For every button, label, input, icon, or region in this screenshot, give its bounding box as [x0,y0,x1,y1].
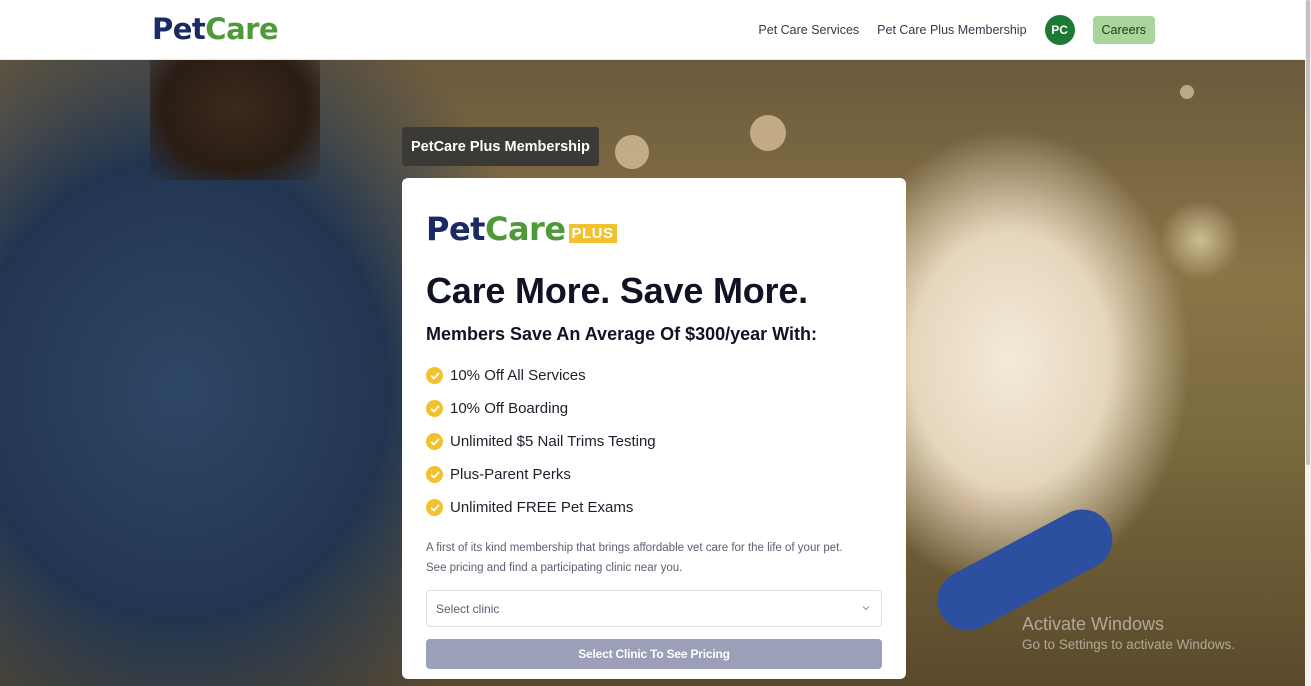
benefits-list: 10% Off All Services 10% Off Boarding Un… [426,359,882,524]
bokeh-light [615,135,649,169]
man-beard [150,60,320,180]
careers-button[interactable]: Careers [1092,16,1155,44]
logo-pet-text: Pet [152,12,206,46]
windows-activation-watermark: Activate Windows Go to Settings to activ… [1022,614,1235,652]
card-headline: Care More. Save More. [426,270,808,311]
card-subhead: Members Save An Average Of $300/year Wit… [426,324,817,344]
plus-logo-pet-text: Pet [426,210,485,248]
check-icon [426,400,443,417]
description-line-1: A first of its kind membership that brin… [426,542,843,554]
check-icon [426,466,443,483]
description-line-2: See pricing and find a participating cli… [426,562,683,574]
membership-card: Pet Care PLUS Care More. Save More. Member… [402,178,906,679]
bokeh-light [750,115,786,151]
list-item: Unlimited $5 Nail Trims Testing [426,425,882,458]
membership-description: A first of its kind membership that brin… [426,538,882,578]
bokeh-light [1180,85,1194,99]
scrollbar-thumb[interactable] [1306,0,1310,465]
chevron-down-icon [861,602,871,616]
benefit-label: 10% Off All Services [450,367,586,384]
logo-care-text: Care [205,12,279,46]
clinic-select-placeholder: Select clinic [436,601,500,616]
site-header: PetCare Pet Care Services Pet Care Plus … [0,0,1311,60]
scrollbar[interactable] [1305,0,1311,686]
benefit-label: Plus-Parent Perks [450,466,571,483]
see-pricing-button[interactable]: Select Clinic To See Pricing [426,639,882,669]
benefit-label: Unlimited FREE Pet Exams [450,499,634,516]
user-avatar[interactable]: PC [1044,15,1075,45]
nav-pet-care-plus-membership[interactable]: Pet Care Plus Membership [877,23,1026,37]
petcare-plus-logo: Pet Care PLUS [426,210,882,248]
clinic-select[interactable]: Select clinic [426,590,882,627]
main-nav: Pet Care Services Pet Care Plus Membersh… [758,15,1155,45]
list-item: Plus-Parent Perks [426,458,882,491]
list-item: Unlimited FREE Pet Exams [426,491,882,524]
benefit-label: Unlimited $5 Nail Trims Testing [450,433,656,450]
check-icon [426,499,443,516]
nav-pet-care-services[interactable]: Pet Care Services [758,23,859,37]
plus-logo-care-text: Care [484,210,566,248]
membership-tag: PetCare Plus Membership [402,127,599,166]
watermark-subtitle: Go to Settings to activate Windows. [1022,637,1236,652]
watermark-title: Activate Windows [1022,614,1165,634]
benefit-label: 10% Off Boarding [450,400,569,417]
list-item: 10% Off Boarding [426,392,882,425]
check-icon [426,433,443,450]
check-icon [426,367,443,384]
list-item: 10% Off All Services [426,359,882,392]
petcare-logo[interactable]: PetCare [152,12,279,46]
plus-badge: PLUS [568,224,617,243]
